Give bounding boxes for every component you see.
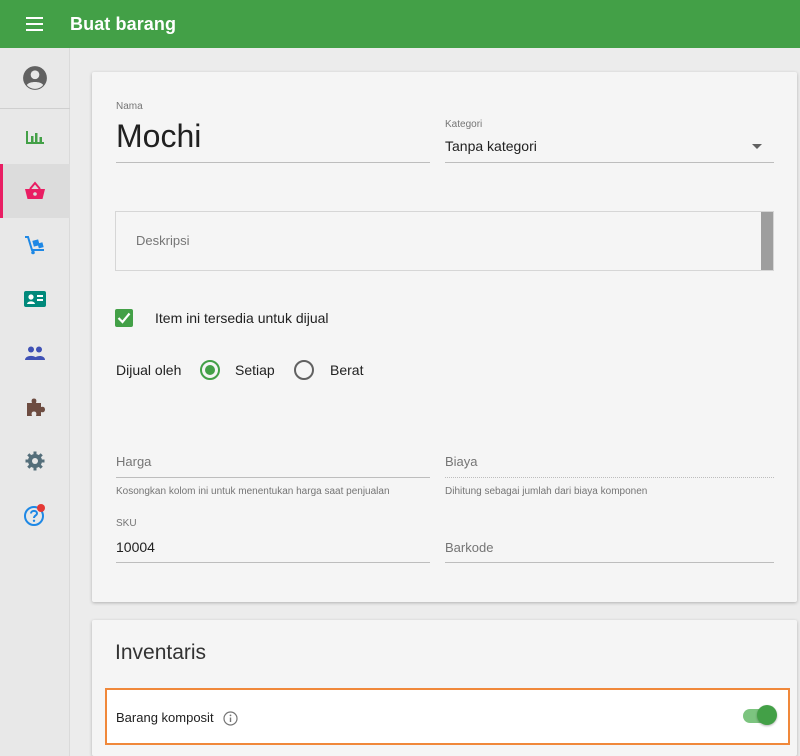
sidebar-item-customers[interactable]: [0, 326, 70, 380]
cost-hint: Dihitung sebagai jumlah dari biaya kompo…: [445, 486, 648, 497]
composite-item-row: Barang komposit: [105, 688, 790, 745]
sku-label: SKU: [116, 518, 137, 529]
category-label: Kategori: [445, 119, 483, 130]
sidebar-item-settings[interactable]: [0, 434, 70, 488]
people-icon: [25, 346, 45, 360]
puzzle-icon: [27, 398, 45, 416]
cart-dolly-icon: [25, 236, 44, 255]
sku-input[interactable]: 10004: [116, 539, 155, 555]
help-icon: [24, 504, 45, 526]
cost-underline: [445, 477, 774, 478]
bar-chart-icon: [26, 131, 44, 144]
cost-input: Biaya: [445, 454, 478, 469]
checkmark-icon: [117, 312, 131, 324]
price-underline: [116, 477, 430, 478]
sidebar-item-account[interactable]: [0, 48, 70, 108]
id-card-icon: [24, 291, 46, 307]
available-label: Item ini tersedia untuk dijual: [155, 310, 329, 326]
sidebar-item-help[interactable]: [0, 488, 70, 542]
sidebar-item-integrations[interactable]: [0, 380, 70, 434]
inventory-title: Inventaris: [115, 641, 207, 664]
name-label: Nama: [116, 101, 143, 112]
sku-underline: [116, 562, 430, 563]
sold-by-label: Dijual oleh: [116, 362, 182, 378]
account-circle-icon: [23, 66, 47, 90]
basket-icon: [25, 181, 45, 199]
name-input[interactable]: Mochi: [116, 118, 201, 155]
sold-by-weight-label: Berat: [330, 362, 364, 378]
available-checkbox[interactable]: [115, 309, 133, 327]
info-icon[interactable]: [223, 711, 238, 726]
sidebar-item-reports[interactable]: [0, 110, 70, 164]
barcode-input[interactable]: Barkode: [445, 540, 493, 555]
menu-button[interactable]: [0, 0, 70, 48]
barcode-underline: [445, 562, 774, 563]
page-title: Buat barang: [70, 13, 177, 34]
price-input[interactable]: Harga: [116, 454, 151, 469]
composite-toggle-knob[interactable]: [757, 705, 777, 725]
app-bar: Buat barang: [0, 0, 800, 48]
category-select[interactable]: Tanpa kategori: [445, 136, 774, 162]
sold-by-each-label: Setiap: [235, 362, 275, 378]
menu-icon: [26, 17, 43, 31]
sidebar-divider: [0, 108, 70, 109]
category-value: Tanpa kategori: [445, 138, 537, 154]
item-card: Nama Mochi Kategori Tanpa kategori Deskr…: [92, 72, 797, 602]
sold-by-each-radio[interactable]: [200, 360, 220, 380]
description-field[interactable]: Deskripsi: [115, 211, 774, 271]
description-placeholder: Deskripsi: [136, 233, 190, 248]
price-hint: Kosongkan kolom ini untuk menentukan har…: [116, 486, 390, 497]
category-underline: [445, 162, 774, 163]
chevron-down-icon: [752, 144, 762, 149]
name-underline: [116, 162, 430, 163]
sidebar-item-inventory[interactable]: [0, 218, 70, 272]
sidebar-item-items[interactable]: [0, 164, 70, 218]
gear-icon: [25, 451, 45, 471]
sidebar: [0, 48, 70, 756]
sold-by-weight-radio[interactable]: [294, 360, 314, 380]
composite-label: Barang komposit: [116, 710, 214, 725]
description-scrollbar[interactable]: [761, 212, 773, 270]
sidebar-item-employees[interactable]: [0, 272, 70, 326]
